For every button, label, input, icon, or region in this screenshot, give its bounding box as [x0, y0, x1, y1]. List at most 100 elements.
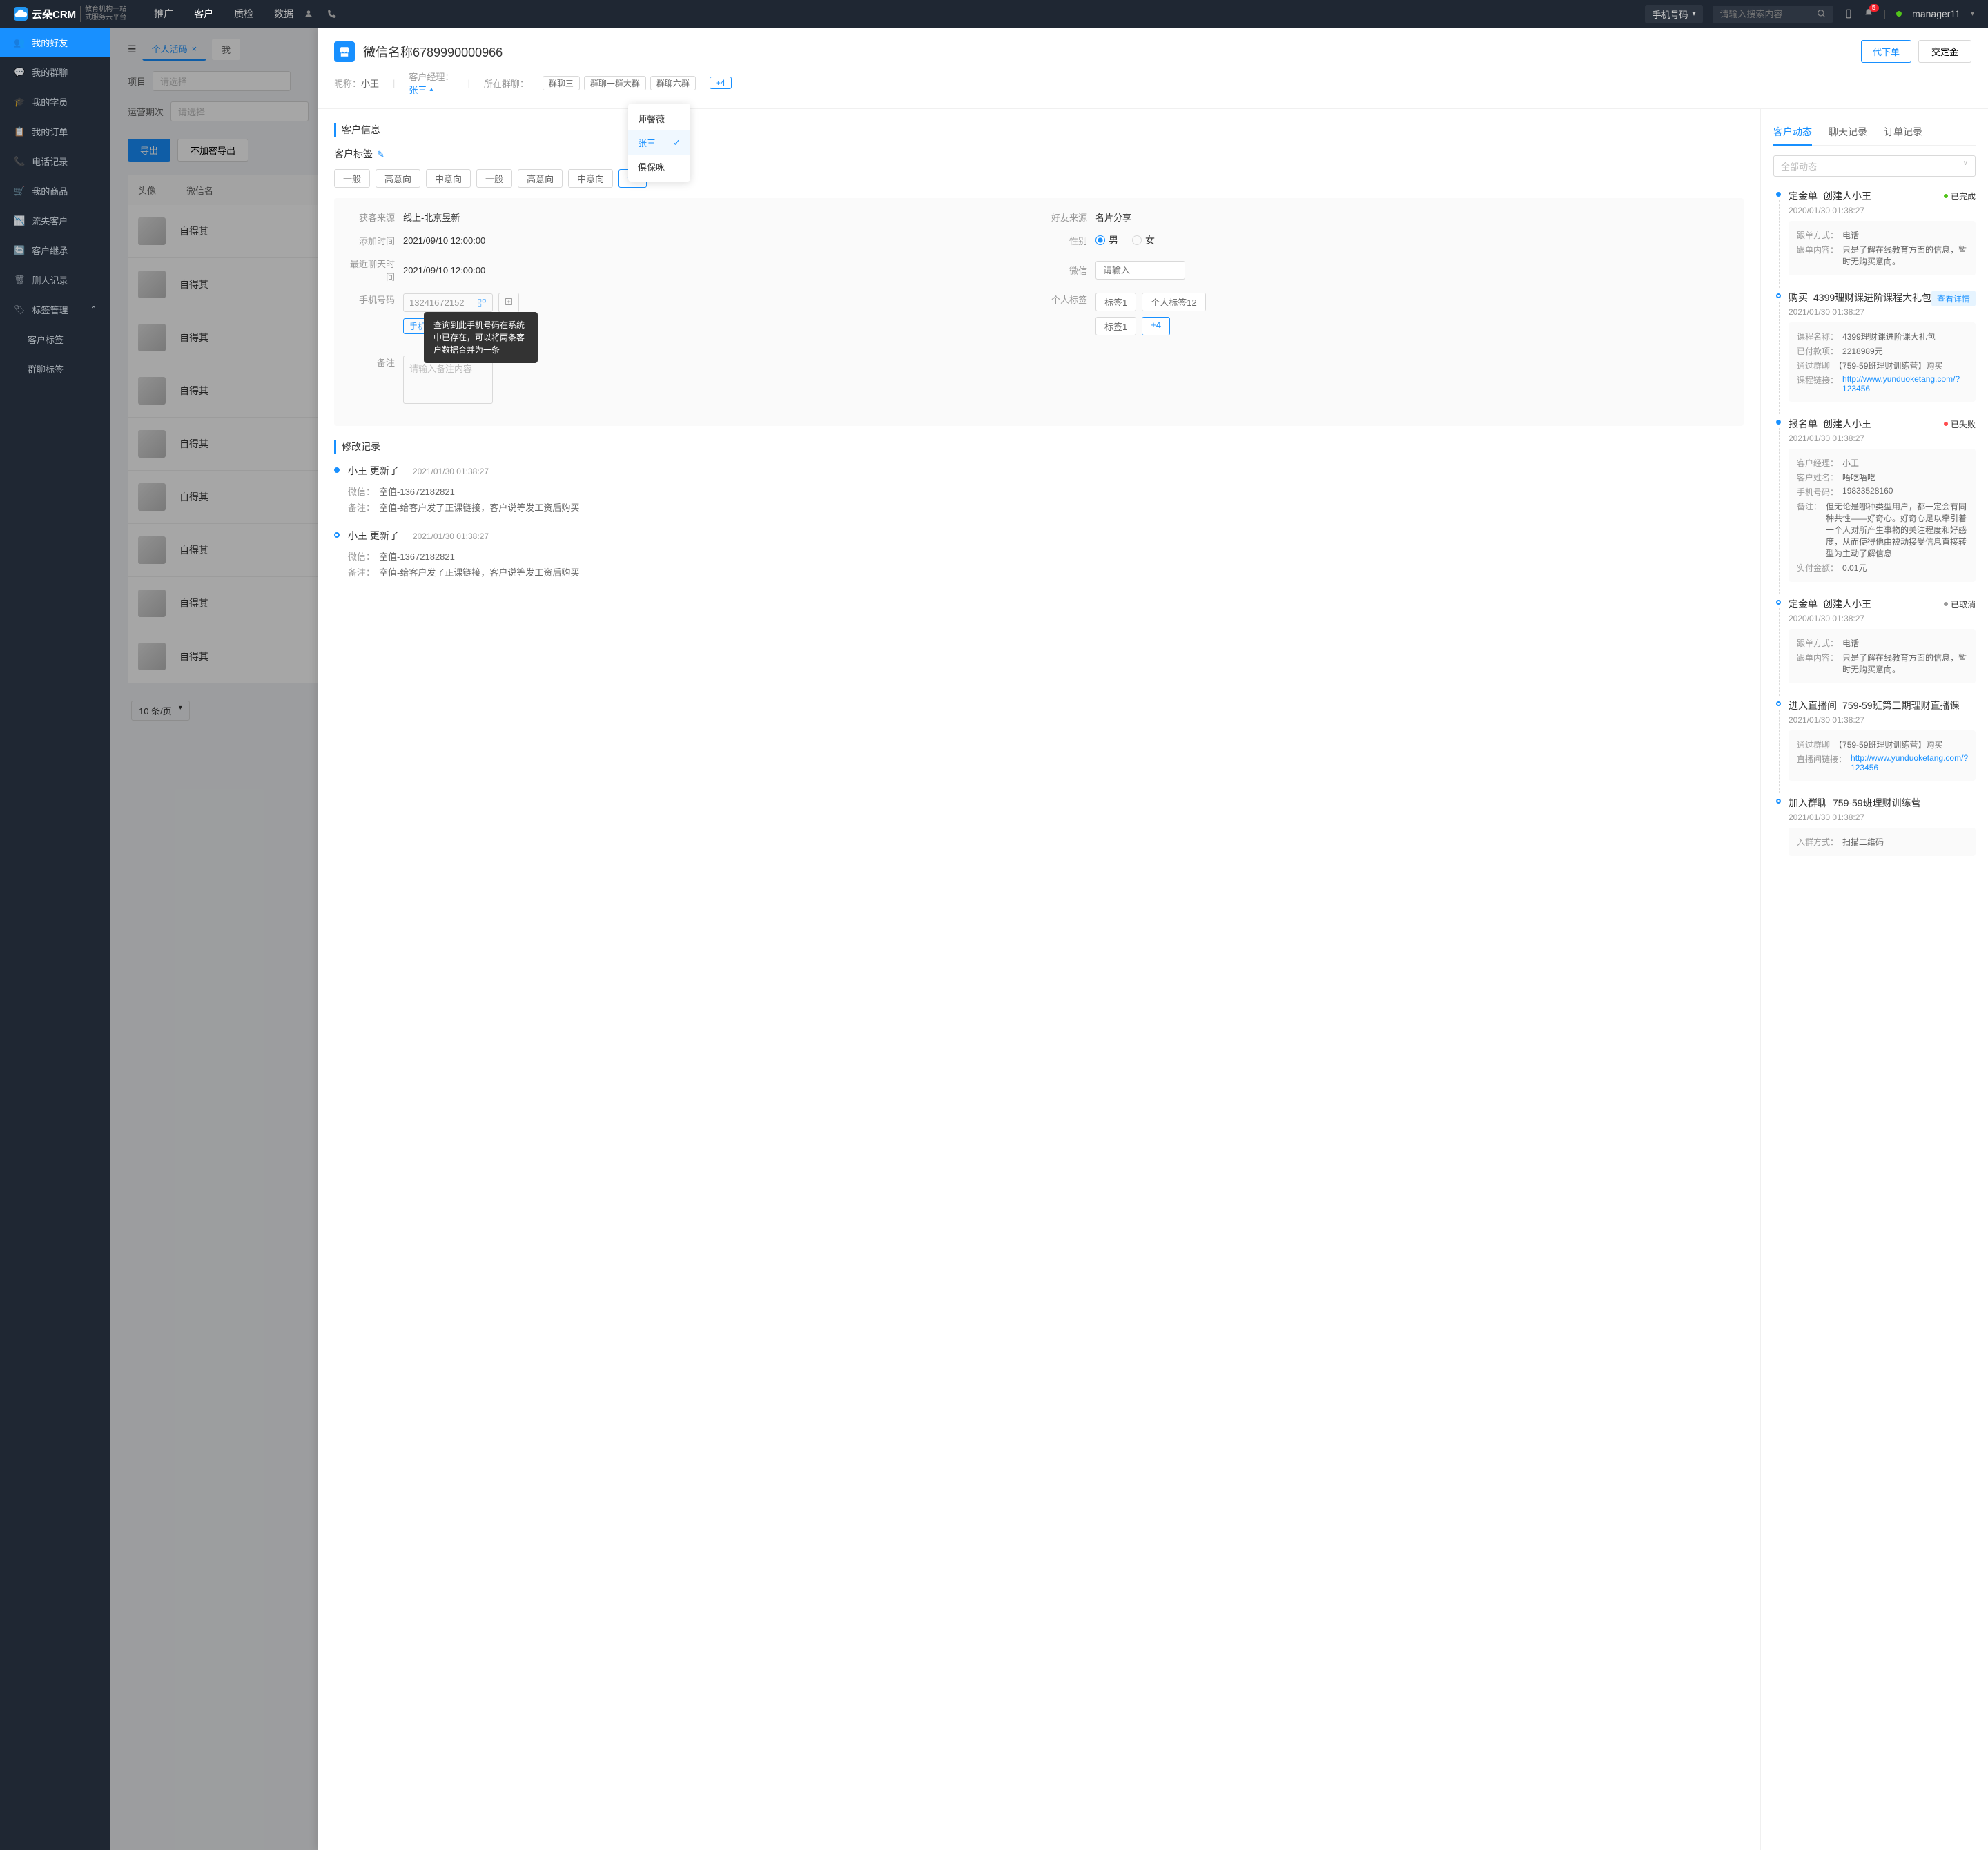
bell-icon[interactable]: 5 — [1864, 8, 1873, 20]
edit-tags-icon[interactable]: ✎ — [377, 149, 384, 159]
dropdown-item[interactable]: 师馨薇 — [628, 106, 690, 130]
phone-input[interactable]: 13241672152 — [403, 293, 493, 312]
history-item: 小王 更新了2021/01/30 01:38:27微信：空值-136721828… — [334, 464, 1744, 515]
top-bar: 云朵CRM 教育机构一站 式服务云平台 推广 客户 质检 数据 手机号码▾ 5 | m… — [0, 0, 1988, 28]
sidebar-item[interactable]: 💬我的群聊 — [0, 57, 110, 87]
manager-dropdown[interactable]: 张三 ▴ — [409, 83, 454, 96]
search-input[interactable] — [1713, 6, 1817, 23]
group-tag[interactable]: 群聊一群大群 — [584, 76, 646, 90]
top-icons — [304, 9, 337, 19]
qr-icon[interactable] — [477, 298, 487, 308]
sidebar-item[interactable]: 🏷标签管理⌃ — [0, 295, 110, 324]
drawer-title: 微信名称6789990000966 — [363, 43, 503, 61]
right-pane: 客户动态聊天记录订单记录 全部动态∨ 定金单创建人小王已完成2020/01/30… — [1760, 109, 1988, 1850]
order-button[interactable]: 代下单 — [1861, 40, 1911, 63]
section-info: 客户信息 — [334, 123, 1744, 137]
logo-text: 云朵CRM — [32, 7, 76, 21]
view-detail[interactable]: 查看详情 — [1931, 291, 1976, 306]
customer-tag[interactable]: 中意向 — [568, 169, 613, 188]
person-icon[interactable] — [304, 9, 313, 19]
deposit-button[interactable]: 交定金 — [1918, 40, 1971, 63]
ptags-more[interactable]: +4 — [1142, 317, 1170, 335]
nav-客户[interactable]: 客户 — [194, 7, 213, 21]
sidebar: 👥我的好友💬我的群聊🎓我的学员📋我的订单📞电话记录🛒我的商品📉流失客户🔄客户继承… — [0, 28, 110, 1850]
top-nav: 推广 客户 质检 数据 — [154, 7, 293, 21]
mobile-icon[interactable] — [1844, 9, 1853, 19]
sidebar-item[interactable]: 📉流失客户 — [0, 206, 110, 235]
timeline-card: 查看详情购买4399理财课进阶课程大礼包2021/01/30 01:38:27课… — [1773, 291, 1976, 402]
timeline-card: 定金单创建人小王已取消2020/01/30 01:38:27跟单方式：电话跟单内… — [1773, 597, 1976, 683]
personal-tag[interactable]: 标签1 — [1095, 317, 1136, 335]
sidebar-icon: 👥 — [14, 37, 25, 48]
store-icon — [334, 41, 355, 62]
sidebar-item[interactable]: 👥我的好友 — [0, 28, 110, 57]
radio-male[interactable]: 男 — [1095, 233, 1118, 247]
sidebar-sub[interactable]: 客户标签 — [0, 324, 110, 354]
drawer: 微信名称6789990000966 代下单 交定金 昵称：小王 | 客户经理：张… — [318, 28, 1988, 1850]
main: ☰ 个人活码 × 我 项目请选择 运营期次请选择 导出 不加密导出 头像微信名 … — [110, 28, 1988, 1850]
sidebar-icon: 🗑 — [14, 275, 26, 286]
radio-female[interactable]: 女 — [1132, 233, 1155, 247]
timeline-card: 进入直播间759-59班第三期理财直播课2021/01/30 01:38:27通… — [1773, 699, 1976, 781]
sidebar-icon: 🔄 — [14, 245, 25, 256]
drawer-header: 微信名称6789990000966 代下单 交定金 昵称：小王 | 客户经理：张… — [318, 28, 1988, 109]
right-tab[interactable]: 聊天记录 — [1829, 119, 1867, 145]
phone-tooltip: 查询到此手机号码在系统中已存在，可以将两条客户数据合并为一条 — [424, 312, 538, 363]
customer-tag[interactable]: 一般 — [334, 169, 370, 188]
nav-质检[interactable]: 质检 — [234, 7, 253, 21]
customer-tag[interactable]: 一般 — [476, 169, 512, 188]
manager-dropdown-menu: 师馨薇张三✓俱保咏 — [628, 104, 690, 182]
personal-tag[interactable]: 标签1 — [1095, 293, 1136, 311]
top-right: 手机号码▾ 5 | manager11 ▾ — [1645, 5, 1974, 23]
right-tab[interactable]: 订单记录 — [1884, 119, 1922, 145]
check-icon: ✓ — [673, 137, 681, 148]
sidebar-item[interactable]: 📞电话记录 — [0, 146, 110, 176]
sidebar-icon: 📉 — [14, 215, 25, 226]
search-box[interactable] — [1713, 6, 1833, 23]
wechat-input[interactable] — [1095, 261, 1185, 280]
phone-add-icon[interactable] — [498, 293, 519, 313]
user-chevron-icon[interactable]: ▾ — [1971, 10, 1974, 18]
activity-filter[interactable]: 全部动态∨ — [1773, 155, 1976, 177]
phone-icon[interactable] — [327, 9, 337, 19]
tags-title: 客户标签 — [334, 148, 373, 159]
history-item: 小王 更新了2021/01/30 01:38:27微信：空值-136721828… — [334, 529, 1744, 580]
sidebar-icon: 🎓 — [14, 97, 25, 108]
search-type[interactable]: 手机号码▾ — [1645, 5, 1702, 23]
nav-推广[interactable]: 推广 — [154, 7, 173, 21]
sidebar-icon: 📞 — [14, 156, 25, 167]
sidebar-item[interactable]: 🛒我的商品 — [0, 176, 110, 206]
group-tag[interactable]: 群聊三 — [543, 76, 580, 90]
section-history: 修改记录 — [334, 440, 1744, 454]
sidebar-item[interactable]: 🎓我的学员 — [0, 87, 110, 117]
sidebar-icon: 🛒 — [14, 186, 25, 197]
search-icon[interactable] — [1817, 9, 1826, 19]
sidebar-sub[interactable]: 群聊标签 — [0, 354, 110, 384]
sidebar-icon: 🏷 — [14, 304, 26, 315]
customer-tag[interactable]: 中意向 — [426, 169, 471, 188]
sidebar-item[interactable]: 🔄客户继承 — [0, 235, 110, 265]
left-pane: 客户信息 客户标签✎ 一般高意向中意向一般高意向中意向+4 获客来源线上-北京昱… — [318, 109, 1760, 1850]
right-tab[interactable]: 客户动态 — [1773, 119, 1812, 146]
customer-tag[interactable]: 高意向 — [518, 169, 563, 188]
sidebar-icon: 📋 — [14, 126, 25, 137]
username[interactable]: manager11 — [1912, 8, 1960, 19]
personal-tag[interactable]: 个人标签12 — [1142, 293, 1205, 311]
dropdown-item[interactable]: 张三✓ — [628, 130, 690, 155]
timeline-card: 报名单创建人小王已失败2021/01/30 01:38:27客户经理：小王客户姓… — [1773, 417, 1976, 582]
groups-more[interactable]: +4 — [710, 77, 732, 89]
sidebar-item[interactable]: 🗑删人记录 — [0, 265, 110, 295]
sidebar-item[interactable]: 📋我的订单 — [0, 117, 110, 146]
sidebar-icon: 💬 — [14, 67, 25, 78]
status-dot — [1896, 11, 1902, 17]
group-tag[interactable]: 群聊六群 — [650, 76, 696, 90]
dropdown-item[interactable]: 俱保咏 — [628, 155, 690, 179]
logo-sub: 教育机构一站 式服务云平台 — [80, 6, 126, 22]
nav-数据[interactable]: 数据 — [274, 7, 293, 21]
logo: 云朵CRM 教育机构一站 式服务云平台 — [14, 6, 126, 22]
notif-count: 5 — [1869, 4, 1879, 12]
timeline-card: 加入群聊759-59班理财训练营2021/01/30 01:38:27入群方式：… — [1773, 796, 1976, 856]
cloud-icon — [14, 7, 28, 21]
timeline-card: 定金单创建人小王已完成2020/01/30 01:38:27跟单方式：电话跟单内… — [1773, 189, 1976, 275]
customer-tag[interactable]: 高意向 — [376, 169, 420, 188]
